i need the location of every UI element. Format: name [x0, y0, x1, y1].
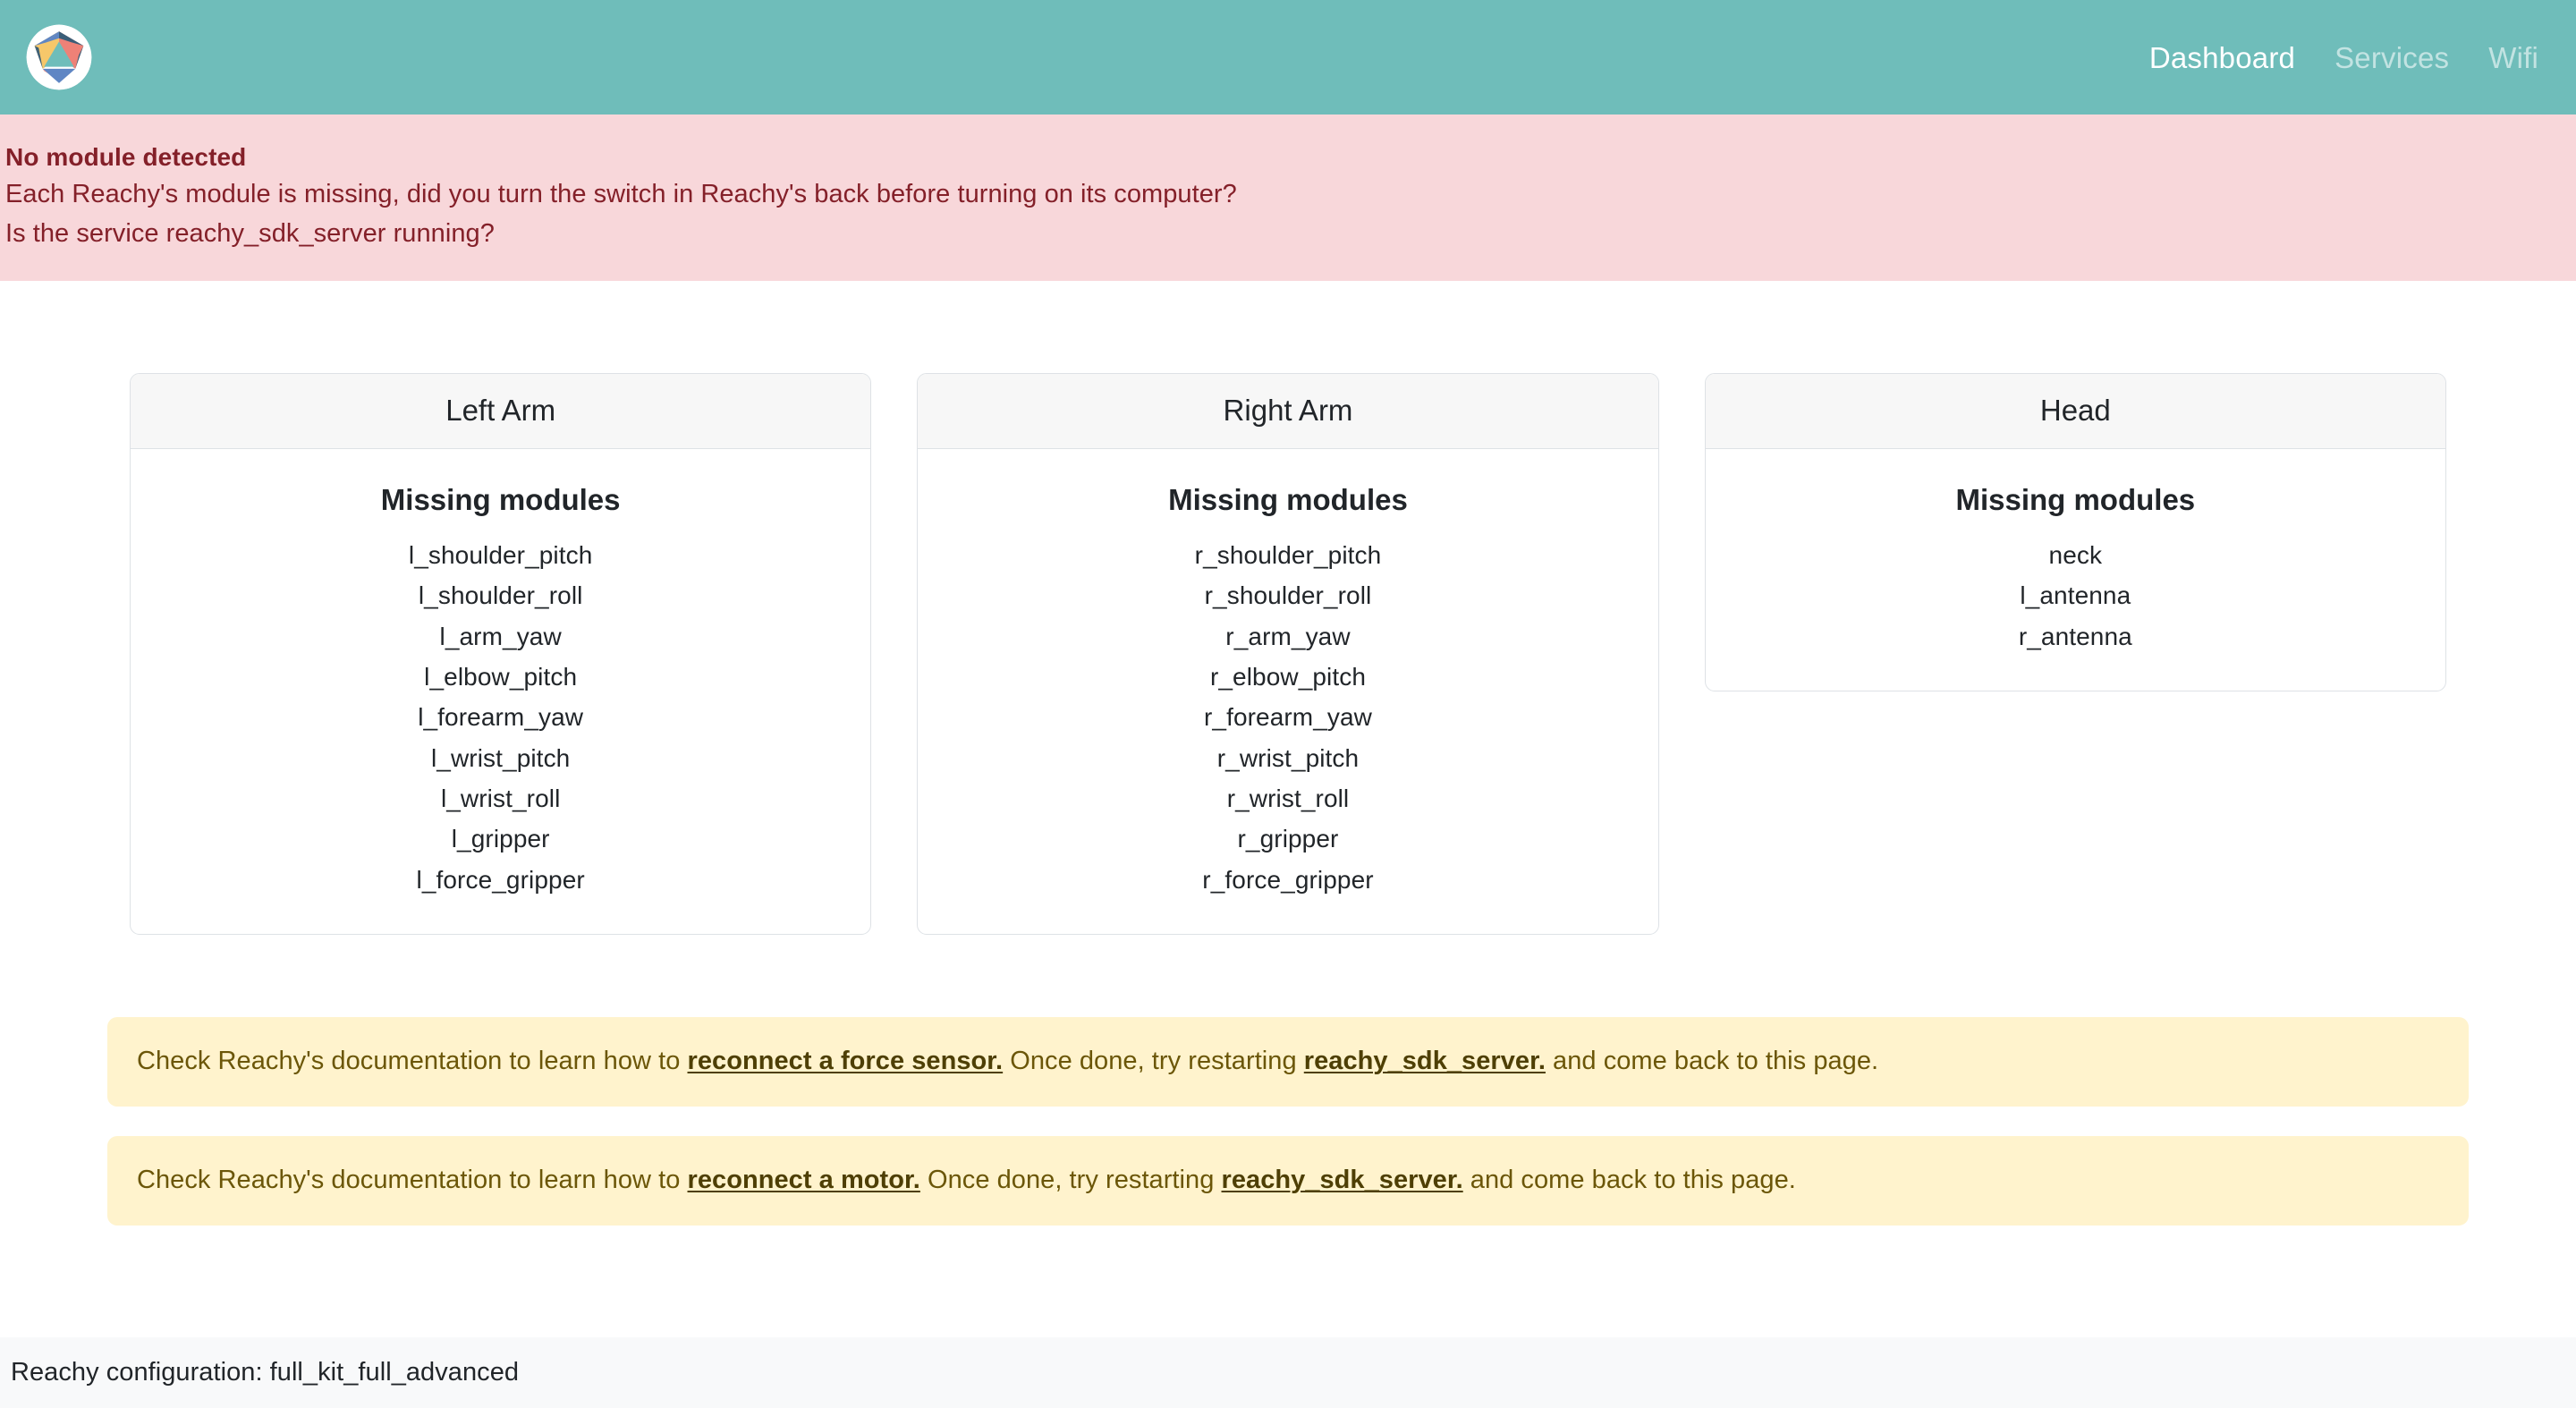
module-item: r_wrist_roll: [1226, 785, 1350, 813]
reachy-logo-icon: [25, 23, 93, 91]
card-body-left-arm: Missing modules l_shoulder_pitch l_shoul…: [131, 449, 870, 934]
warning-text-after: and come back to this page.: [1545, 1047, 1879, 1076]
module-item: l_forearm_yaw: [418, 703, 584, 732]
module-item: r_forearm_yaw: [1203, 703, 1372, 732]
card-body-right-arm: Missing modules r_shoulder_pitch r_shoul…: [918, 449, 1657, 934]
module-item: r_elbow_pitch: [1209, 663, 1367, 691]
module-item: r_antenna: [2018, 622, 2132, 650]
warning-text-before: Check Reachy's documentation to learn ho…: [137, 1166, 688, 1195]
warning-text-after: and come back to this page.: [1462, 1166, 1796, 1195]
nav-link-services[interactable]: Services: [2334, 43, 2449, 72]
card-title-left-arm: Left Arm: [131, 374, 871, 450]
nav-link-dashboard[interactable]: Dashboard: [2149, 43, 2295, 72]
module-item: l_wrist_roll: [440, 785, 561, 813]
alert-title: No module detected: [5, 143, 247, 171]
module-item: l_arm_yaw: [439, 622, 562, 650]
reachy-configuration-label: Reachy configuration: full_kit_full_adva…: [11, 1358, 520, 1387]
alert-message-line-1: Each Reachy's module is missing, did you…: [5, 180, 1237, 209]
card-left-arm: Left Arm Missing modules l_shoulder_pitc…: [130, 373, 872, 936]
no-module-detected-alert: No module detected Each Reachy's module …: [0, 115, 2576, 282]
warning-alert-force-sensor: Check Reachy's documentation to learn ho…: [107, 1017, 2469, 1107]
module-item: r_shoulder_pitch: [1194, 540, 1382, 569]
missing-modules-heading: Missing modules: [1955, 483, 2196, 517]
warning-text-middle: Once done, try restarting: [919, 1166, 1222, 1195]
reachy-sdk-server-link[interactable]: reachy_sdk_server.: [1304, 1047, 1546, 1075]
card-right-arm: Right Arm Missing modules r_shoulder_pit…: [917, 373, 1659, 936]
module-item: l_elbow_pitch: [424, 663, 578, 691]
warning-alerts: Check Reachy's documentation to learn ho…: [0, 1017, 2576, 1226]
module-item: l_shoulder_pitch: [408, 540, 593, 569]
module-item: l_shoulder_roll: [418, 581, 583, 610]
reachy-sdk-server-link[interactable]: reachy_sdk_server.: [1222, 1166, 1463, 1194]
card-head: Head Missing modules neck l_antenna r_an…: [1704, 373, 2446, 691]
card-title-right-arm: Right Arm: [918, 374, 1658, 450]
module-item: l_wrist_pitch: [430, 743, 571, 772]
brand-logo-link[interactable]: [25, 23, 93, 91]
reconnect-motor-link[interactable]: reconnect a motor.: [688, 1166, 920, 1194]
module-item: r_force_gripper: [1202, 865, 1374, 894]
nav-link-wifi[interactable]: Wifi: [2488, 43, 2538, 72]
main-content: Left Arm Missing modules l_shoulder_pitc…: [0, 281, 2576, 1226]
nav-links: Dashboard Services Wifi: [2149, 43, 2538, 72]
warning-text-middle: Once done, try restarting: [1003, 1047, 1304, 1076]
module-item: l_force_gripper: [416, 865, 585, 894]
card-body-head: Missing modules neck l_antenna r_antenna: [1706, 449, 2445, 691]
module-item: r_wrist_pitch: [1216, 743, 1360, 772]
parts-card-grid: Left Arm Missing modules l_shoulder_pitc…: [0, 281, 2576, 936]
module-item: r_arm_yaw: [1225, 622, 1351, 650]
card-title-head: Head: [1705, 374, 2445, 450]
warning-alert-motor: Check Reachy's documentation to learn ho…: [107, 1136, 2469, 1226]
missing-modules-heading: Missing modules: [380, 483, 621, 517]
alert-message-line-2: Is the service reachy_sdk_server running…: [5, 218, 495, 248]
status-footer: Reachy configuration: full_kit_full_adva…: [0, 1337, 2576, 1408]
top-navbar: Dashboard Services Wifi: [0, 0, 2576, 115]
module-item: l_antenna: [2020, 581, 2131, 610]
module-item: neck: [2048, 540, 2103, 569]
module-item: r_shoulder_roll: [1204, 581, 1372, 610]
reconnect-force-sensor-link[interactable]: reconnect a force sensor.: [688, 1047, 1004, 1075]
warning-text-before: Check Reachy's documentation to learn ho…: [137, 1047, 688, 1076]
missing-modules-heading: Missing modules: [1168, 483, 1408, 517]
module-item: r_gripper: [1237, 825, 1339, 853]
module-item: l_gripper: [451, 825, 550, 853]
